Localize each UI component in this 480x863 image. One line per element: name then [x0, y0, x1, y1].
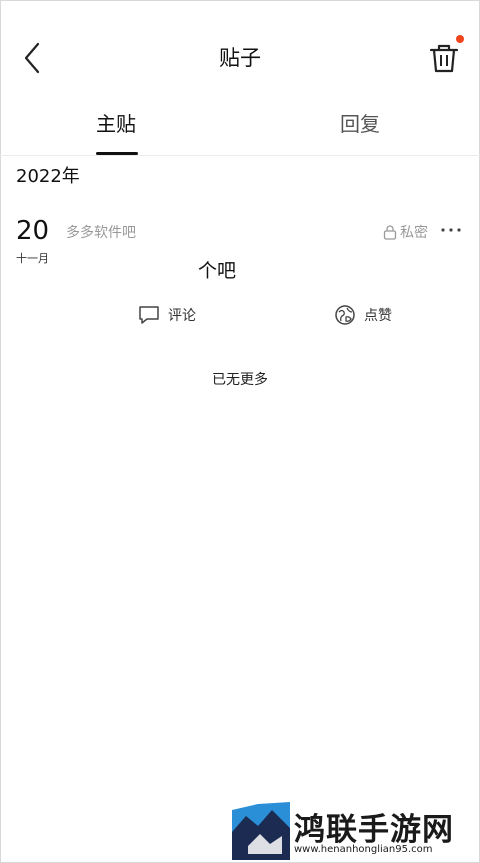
like-button[interactable]: 点赞 — [334, 304, 392, 326]
tab-replies[interactable]: 回复 — [340, 108, 380, 137]
trash-icon[interactable] — [426, 40, 462, 76]
comment-icon — [139, 306, 159, 324]
post-day: 20 — [16, 216, 50, 246]
tab-main-post[interactable]: 主贴 — [96, 108, 136, 137]
lock-icon — [383, 225, 397, 240]
post-month: 十一月 — [16, 252, 49, 265]
notification-dot — [456, 35, 464, 43]
comment-button[interactable]: 评论 — [138, 304, 196, 326]
like-label: 点赞 — [364, 308, 392, 324]
post-item[interactable]: 20 十一月 多多软件吧 私密 个吧 评论 点赞 — [0, 210, 480, 340]
top-bar: 贴子 — [0, 0, 480, 100]
end-of-list-text: 已无更多 — [212, 372, 268, 388]
year-heading: 2022年 — [16, 166, 80, 187]
watermark-title: 鸿联手游网 — [294, 812, 454, 848]
privacy-badge: 私密 — [382, 222, 428, 242]
watermark-url: www.henanhonglian95.com — [294, 844, 433, 855]
post-content[interactable]: 个吧 — [198, 256, 236, 283]
forum-name-link[interactable]: 多多软件吧 — [66, 222, 136, 242]
privacy-label: 私密 — [400, 225, 428, 241]
comment-label: 评论 — [168, 308, 196, 324]
more-dots-icon[interactable] — [440, 226, 462, 234]
watermark: 鸿联手游网 www.henanhonglian95.com — [232, 802, 472, 860]
divider — [0, 155, 480, 156]
tab-bar: 主贴 回复 — [0, 100, 480, 156]
like-icon — [335, 305, 355, 325]
page-title: 贴子 — [219, 46, 261, 70]
watermark-logo-icon — [232, 802, 290, 860]
